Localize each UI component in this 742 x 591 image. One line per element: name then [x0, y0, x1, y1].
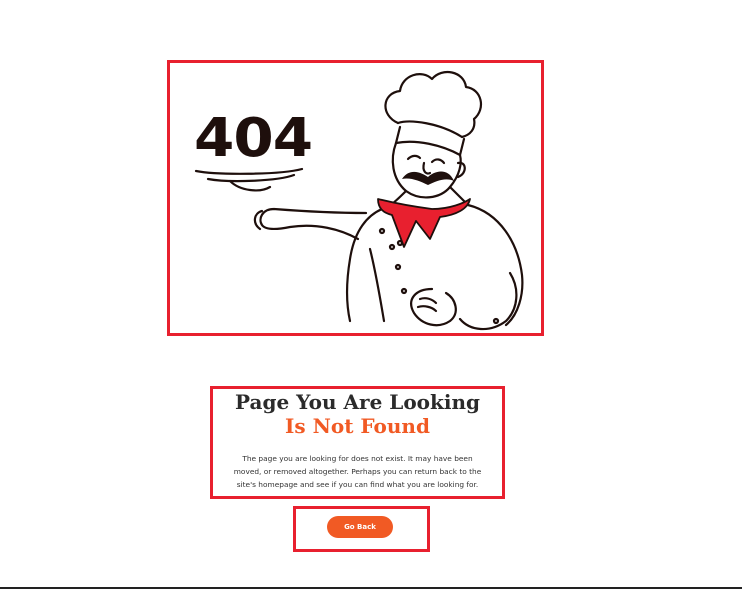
page-title-line-1: Page You Are Looking — [235, 390, 480, 414]
go-back-button[interactable]: Go Back — [327, 516, 393, 538]
error-illustration-frame: 404 — [167, 60, 544, 336]
error-code: 404 — [194, 106, 313, 169]
chef-illustration — [194, 70, 524, 331]
error-description: The page you are looking for does not ex… — [233, 454, 482, 489]
page-title-line-2: Is Not Found — [285, 414, 430, 438]
not-found-message: Page You Are Looking Is Not Found The pa… — [210, 386, 505, 499]
go-back-button-frame: Go Back — [293, 506, 430, 552]
bottom-divider — [0, 587, 742, 589]
